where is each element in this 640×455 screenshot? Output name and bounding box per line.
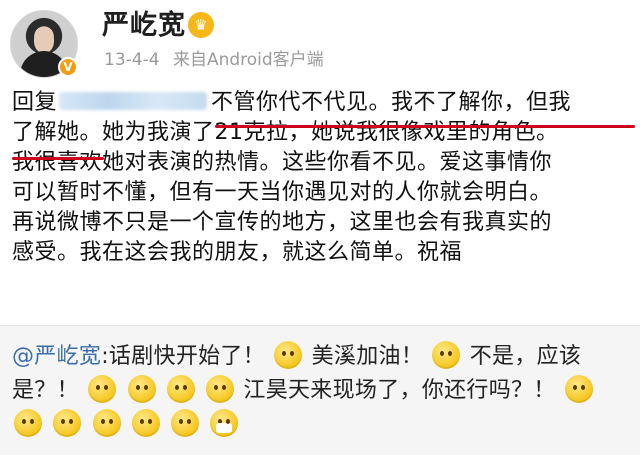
post-header: V 严屹宽 ♛ 13-4-4 来自Android客户端 [0,0,640,88]
username[interactable]: 严屹宽 [102,8,186,44]
comment-part-2: 美溪加油！ [311,344,424,369]
grin-emoji-icon [171,409,200,437]
post-meta: 13-4-4 来自Android客户端 [104,48,324,72]
grin-emoji-icon [14,409,42,437]
post-line-6: 感受。我在这会我的朋友，就这么简单。祝福 [12,240,463,265]
grin-emoji-icon [92,409,121,437]
crown-icon: ♛ [188,12,214,38]
mask-emoji-icon [210,409,239,437]
comment-text: @严屹宽:话剧快开始了！ 美溪加油！ 不是，应该 是？！ 江昊天来现场了，你还行… [12,340,632,442]
post-line-5: 再说微博不只是一个宣传的地方，这里也会有我真实的 [12,210,553,235]
post-line-1-text: 不管你代不代见。我不了解你，但我 [211,90,572,115]
verified-badge-icon: V [58,57,78,77]
comment-part-1: :话剧快开始了！ [101,344,266,369]
blush-emoji-icon [432,341,461,369]
grin-emoji-icon [564,375,593,403]
red-underline-1 [215,125,635,128]
grin-emoji-icon [206,375,235,403]
shush-emoji-icon [274,341,303,369]
post-line-2: 了解她。她为我演了21克拉，她说我很像戏里的角色。 [12,120,559,145]
grin-emoji-icon [131,409,160,437]
post-line-1: 回复 不管你代不代见。我不了解你，但我 [12,88,632,118]
post-line-4: 可以暂时不懂，但有一天当你遇见对的人你就会明白。 [12,180,553,205]
blurred-username [59,92,208,110]
comment-part-3: 不是，应该 [469,344,582,369]
laughing-emoji-icon [88,375,117,403]
comment-part-4: 是？！ [12,378,79,403]
forwarded-comment: @严屹宽:话剧快开始了！ 美溪加油！ 不是，应该 是？！ 江昊天来现场了，你还行… [0,326,640,455]
avatar-face [34,27,54,53]
mention-link[interactable]: @严屹宽 [12,344,101,369]
confused-emoji-icon [166,375,195,403]
sad-emoji-icon [127,375,156,403]
post-line-3: 我很喜欢她对表演的热情。这些你看不见。爱这事情你 [12,150,553,175]
post-source: 来自Android客户端 [172,50,324,70]
comment-part-5: 江昊天来现场了，你还行吗？！ [243,378,556,403]
reply-prefix: 回复 [12,90,58,115]
grin-emoji-icon [53,409,82,437]
red-underline-2 [12,157,104,160]
post-date: 13-4-4 [104,50,160,70]
post-body: 回复 不管你代不代见。我不了解你，但我 了解她。她为我演了21克拉，她说我很像戏里… [12,88,632,268]
